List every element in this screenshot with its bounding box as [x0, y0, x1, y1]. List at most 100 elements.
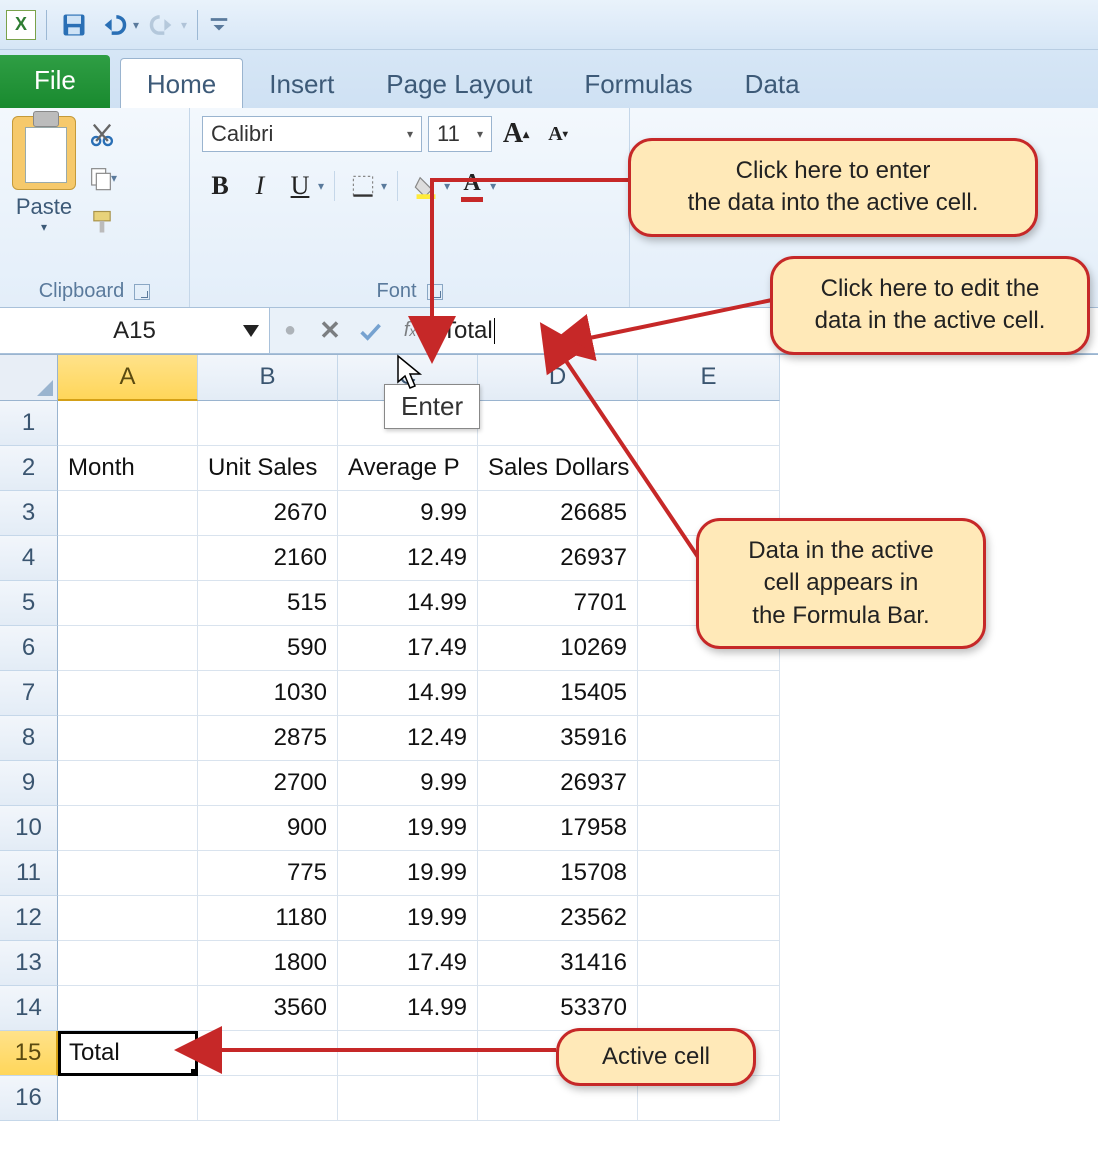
- font-color-icon[interactable]: A: [454, 168, 490, 204]
- cell-D1[interactable]: [478, 401, 638, 446]
- bold-button[interactable]: B: [202, 168, 238, 204]
- tab-page-layout[interactable]: Page Layout: [360, 59, 558, 108]
- cell-B16[interactable]: [198, 1076, 338, 1121]
- cell-E14[interactable]: [638, 986, 780, 1031]
- column-header-E[interactable]: E: [638, 355, 780, 401]
- cell-C7[interactable]: 14.99: [338, 671, 478, 716]
- cell-D10[interactable]: 17958: [478, 806, 638, 851]
- cell-B10[interactable]: 900: [198, 806, 338, 851]
- cell-C5[interactable]: 14.99: [338, 581, 478, 626]
- cell-E7[interactable]: [638, 671, 780, 716]
- cell-D5[interactable]: 7701: [478, 581, 638, 626]
- cell-D2[interactable]: Sales Dollars: [478, 446, 638, 491]
- shrink-font-icon[interactable]: A▾: [540, 116, 576, 152]
- row-header-5[interactable]: 5: [0, 581, 58, 626]
- cell-A5[interactable]: [58, 581, 198, 626]
- cell-E2[interactable]: [638, 446, 780, 491]
- cell-D3[interactable]: 26685: [478, 491, 638, 536]
- row-header-8[interactable]: 8: [0, 716, 58, 761]
- row-header-15[interactable]: 15: [0, 1031, 58, 1076]
- paste-button[interactable]: Paste ▾: [12, 116, 76, 240]
- cell-C11[interactable]: 19.99: [338, 851, 478, 896]
- name-box[interactable]: A15: [0, 308, 270, 353]
- column-header-B[interactable]: B: [198, 355, 338, 401]
- cell-A4[interactable]: [58, 536, 198, 581]
- cell-C15[interactable]: [338, 1031, 478, 1076]
- cell-A15[interactable]: Total: [58, 1031, 198, 1076]
- enter-button[interactable]: [350, 308, 390, 353]
- cell-B1[interactable]: [198, 401, 338, 446]
- row-header-14[interactable]: 14: [0, 986, 58, 1031]
- row-header-7[interactable]: 7: [0, 671, 58, 716]
- paste-dropdown-icon[interactable]: ▾: [41, 220, 47, 234]
- select-all-button[interactable]: [0, 355, 58, 401]
- cell-A1[interactable]: [58, 401, 198, 446]
- row-header-2[interactable]: 2: [0, 446, 58, 491]
- cell-A16[interactable]: [58, 1076, 198, 1121]
- fontcolor-dropdown-icon[interactable]: ▾: [490, 179, 496, 193]
- font-size-combo[interactable]: 11 ▾: [428, 116, 492, 152]
- borders-dropdown-icon[interactable]: ▾: [381, 179, 387, 193]
- cell-D7[interactable]: 15405: [478, 671, 638, 716]
- cell-B2[interactable]: Unit Sales: [198, 446, 338, 491]
- row-header-4[interactable]: 4: [0, 536, 58, 581]
- cell-C3[interactable]: 9.99: [338, 491, 478, 536]
- cell-C12[interactable]: 19.99: [338, 896, 478, 941]
- cell-A7[interactable]: [58, 671, 198, 716]
- cell-C14[interactable]: 14.99: [338, 986, 478, 1031]
- row-header-1[interactable]: 1: [0, 401, 58, 446]
- cell-D4[interactable]: 26937: [478, 536, 638, 581]
- row-header-10[interactable]: 10: [0, 806, 58, 851]
- cell-A10[interactable]: [58, 806, 198, 851]
- cell-A3[interactable]: [58, 491, 198, 536]
- insert-function-button[interactable]: fx: [390, 308, 430, 353]
- customize-qat-icon[interactable]: [208, 8, 230, 42]
- fill-color-icon[interactable]: [408, 168, 444, 204]
- copy-dropdown-icon[interactable]: ▾: [111, 171, 117, 185]
- tab-formulas[interactable]: Formulas: [558, 59, 718, 108]
- redo-icon[interactable]: [145, 8, 179, 42]
- cancel-entry-button[interactable]: ✕: [310, 308, 350, 353]
- cell-E12[interactable]: [638, 896, 780, 941]
- row-header-6[interactable]: 6: [0, 626, 58, 671]
- cell-B5[interactable]: 515: [198, 581, 338, 626]
- cell-A12[interactable]: [58, 896, 198, 941]
- cell-D8[interactable]: 35916: [478, 716, 638, 761]
- row-header-12[interactable]: 12: [0, 896, 58, 941]
- cell-D11[interactable]: 15708: [478, 851, 638, 896]
- cell-C8[interactable]: 12.49: [338, 716, 478, 761]
- cell-B15[interactable]: [198, 1031, 338, 1076]
- cell-B14[interactable]: 3560: [198, 986, 338, 1031]
- cell-A6[interactable]: [58, 626, 198, 671]
- cell-E8[interactable]: [638, 716, 780, 761]
- cell-D9[interactable]: 26937: [478, 761, 638, 806]
- underline-button[interactable]: U: [282, 168, 318, 204]
- italic-button[interactable]: I: [242, 168, 278, 204]
- undo-icon[interactable]: [97, 8, 131, 42]
- font-name-combo[interactable]: Calibri ▾: [202, 116, 422, 152]
- tab-home[interactable]: Home: [120, 58, 243, 108]
- cell-D14[interactable]: 53370: [478, 986, 638, 1031]
- cell-C16[interactable]: [338, 1076, 478, 1121]
- tab-data[interactable]: Data: [719, 59, 826, 108]
- cell-B13[interactable]: 1800: [198, 941, 338, 986]
- cell-grid[interactable]: ABCDE12MonthUnit SalesAverage PSales Dol…: [0, 354, 1098, 1121]
- redo-dropdown-icon[interactable]: ▾: [181, 18, 187, 32]
- cell-C13[interactable]: 17.49: [338, 941, 478, 986]
- cell-B3[interactable]: 2670: [198, 491, 338, 536]
- cell-A13[interactable]: [58, 941, 198, 986]
- cell-B11[interactable]: 775: [198, 851, 338, 896]
- row-header-3[interactable]: 3: [0, 491, 58, 536]
- copy-icon[interactable]: ▾: [84, 160, 120, 196]
- row-header-16[interactable]: 16: [0, 1076, 58, 1121]
- cell-C10[interactable]: 19.99: [338, 806, 478, 851]
- underline-dropdown-icon[interactable]: ▾: [318, 179, 324, 193]
- cell-B4[interactable]: 2160: [198, 536, 338, 581]
- cell-B6[interactable]: 590: [198, 626, 338, 671]
- cell-A2[interactable]: Month: [58, 446, 198, 491]
- cell-C2[interactable]: Average P: [338, 446, 478, 491]
- file-tab[interactable]: File: [0, 55, 110, 108]
- cell-D6[interactable]: 10269: [478, 626, 638, 671]
- cell-B8[interactable]: 2875: [198, 716, 338, 761]
- cell-E1[interactable]: [638, 401, 780, 446]
